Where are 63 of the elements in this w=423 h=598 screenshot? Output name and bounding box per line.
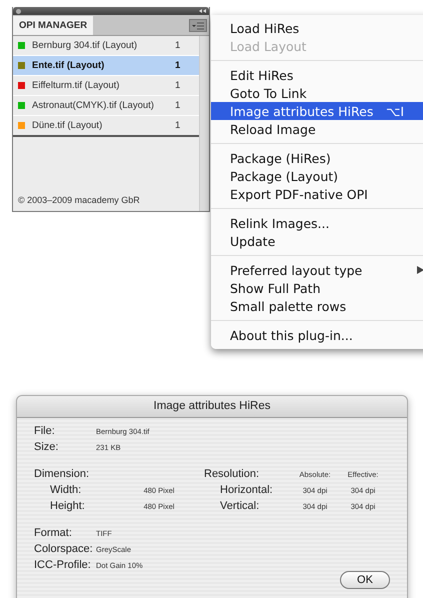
menu-item-label: Load HiRes xyxy=(230,20,300,36)
menu-item-label: Reload Image xyxy=(230,122,316,136)
close-icon[interactable] xyxy=(16,8,21,14)
section-label: Resolution: xyxy=(204,468,260,480)
menu-item-label: Preferred layout type xyxy=(230,262,362,278)
menu-item-label: Image attributes HiRes xyxy=(230,104,374,118)
field-label: Vertical: xyxy=(219,500,260,512)
menu-item[interactable]: Edit HiRes xyxy=(211,66,423,84)
menu-item[interactable]: Small palette rows xyxy=(211,297,423,315)
menu-item[interactable]: Show Full Path xyxy=(211,279,423,297)
menu-item-label: About this plug-in... xyxy=(230,328,353,342)
menu-item[interactable]: About this plug-in... xyxy=(211,326,423,344)
section-label: Dimension: xyxy=(34,468,90,480)
image-row[interactable]: Eiffelturm.tif (Layout) 1 xyxy=(13,76,199,96)
link-count: 1 xyxy=(175,100,182,111)
field-label: Height: xyxy=(49,500,86,512)
image-row[interactable]: Astronaut(CMYK).tif (Layout) 1 xyxy=(13,96,199,116)
link-count: 1 xyxy=(175,40,182,51)
copyright-text: © 2003–2009 macademy GbR xyxy=(17,195,141,207)
menu-item-label: Small palette rows xyxy=(230,298,346,314)
menu-item-label: Edit HiRes xyxy=(230,68,294,82)
menu-item-label: Goto To Link xyxy=(230,86,307,100)
menu-item-label: Package (Layout) xyxy=(230,168,338,184)
menu-item-label: Load Layout xyxy=(230,38,306,54)
menu-item[interactable]: Package (Layout) xyxy=(211,167,423,185)
field-label: Horizontal: xyxy=(219,484,274,496)
collapse-icon[interactable] xyxy=(199,9,206,13)
panel-tab[interactable]: OPI MANAGER xyxy=(13,16,94,35)
ok-button[interactable]: OK xyxy=(340,571,390,589)
menu-item-label: Relink Images... xyxy=(230,216,330,230)
field-label: Format: xyxy=(34,527,73,539)
field-label: Colorspace: xyxy=(34,543,94,555)
image-name: Eiffelturm.tif (Layout) xyxy=(32,80,120,91)
dialog-title: Image attributes HiRes xyxy=(17,396,407,418)
image-row[interactable]: Ente.tif (Layout) 1 xyxy=(13,56,199,76)
link-count: 1 xyxy=(175,60,182,71)
image-name: Bernburg 304.tif (Layout) xyxy=(32,40,138,51)
menu-item[interactable]: Image attributes HiRes ⌥I xyxy=(211,102,423,120)
field-label: File: xyxy=(34,425,56,437)
menu-item[interactable]: Export PDF-native OPI xyxy=(211,185,423,203)
link-count: 1 xyxy=(175,120,182,131)
image-name: Astronaut(CMYK).tif (Layout) xyxy=(32,100,155,111)
menu-item[interactable]: Goto To Link xyxy=(211,84,423,102)
menu-item[interactable]: Reload Image xyxy=(211,120,423,138)
field-label: Width: xyxy=(49,484,82,496)
menu-item[interactable]: Update xyxy=(211,232,423,250)
menu-item[interactable]: Load HiRes xyxy=(211,19,423,37)
panel-menu-icon[interactable] xyxy=(189,19,207,32)
shortcut-text: ⌥I xyxy=(386,104,404,118)
menu-item-label: Update xyxy=(230,234,276,248)
menu-item-label: Export PDF-native OPI xyxy=(230,186,368,202)
menu-item-label: Package (HiRes) xyxy=(230,150,331,166)
submenu-arrow-icon xyxy=(417,266,423,274)
field-label: Size: xyxy=(34,441,60,453)
link-count: 1 xyxy=(175,80,182,91)
menu-item[interactable]: Package (HiRes) xyxy=(211,149,423,167)
image-name: Düne.tif (Layout) xyxy=(32,120,104,131)
image-name: Ente.tif (Layout) xyxy=(32,60,106,71)
menu-item-label: Show Full Path xyxy=(230,280,321,296)
menu-item[interactable]: Preferred layout type xyxy=(211,261,423,279)
menu-item[interactable]: Relink Images... xyxy=(211,214,423,232)
field-label: ICC-Profile: xyxy=(34,559,92,571)
scroll-bar[interactable] xyxy=(199,36,209,211)
